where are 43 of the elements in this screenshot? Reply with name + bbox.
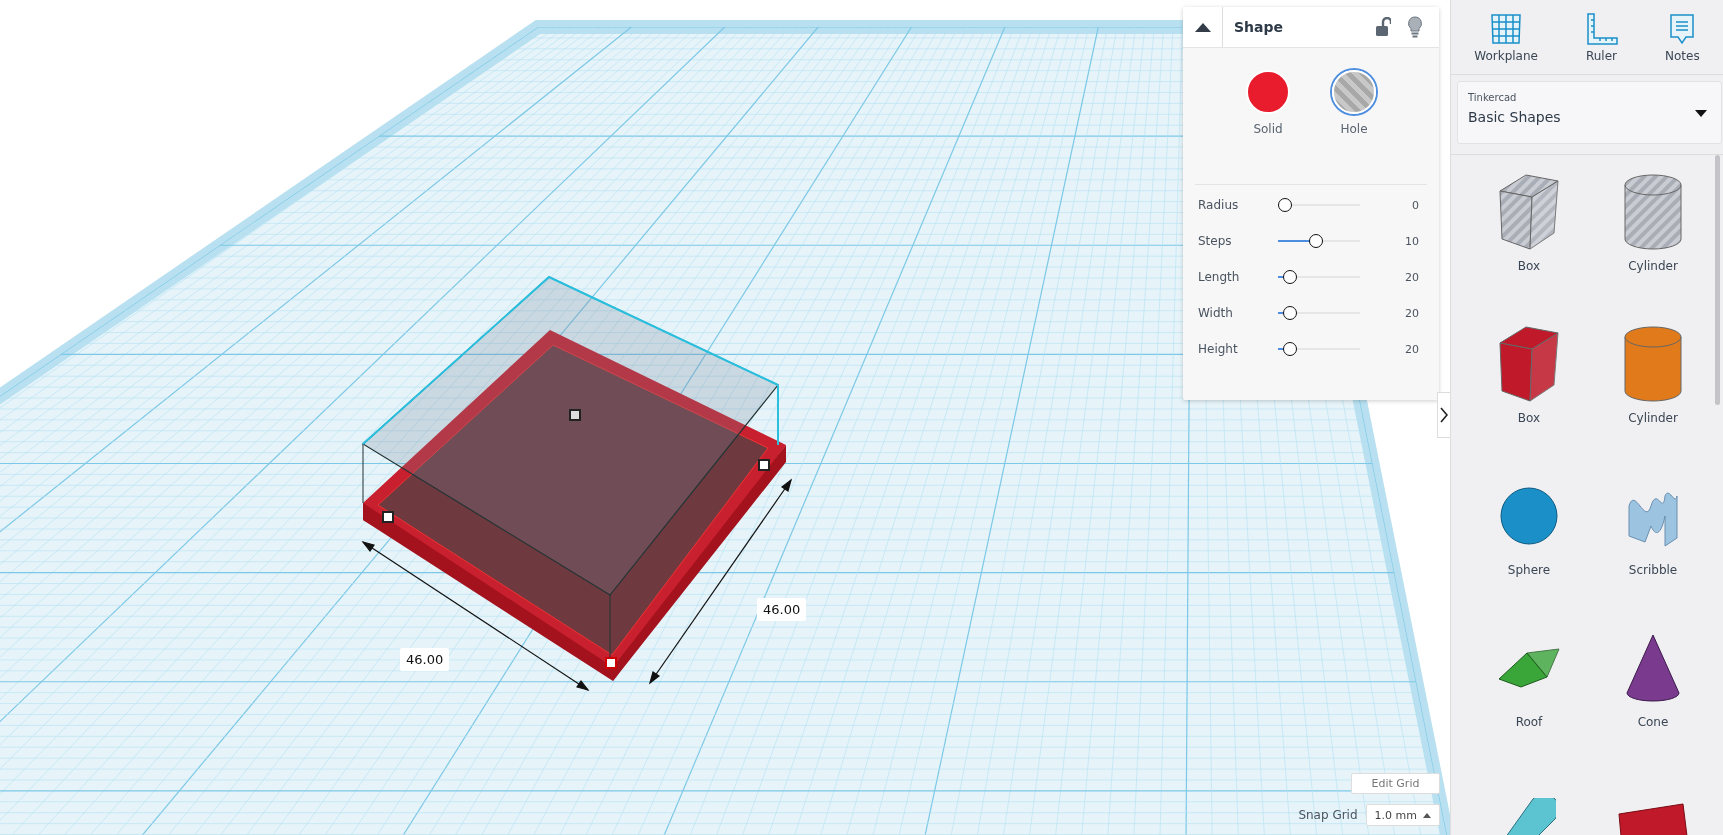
- dimension-label[interactable]: 46.00: [400, 648, 450, 671]
- scrollbar[interactable]: [1715, 155, 1720, 405]
- workplane-tool-button[interactable]: Workplane: [1474, 11, 1538, 63]
- snap-grid-dropdown[interactable]: 1.0 mm: [1365, 804, 1440, 826]
- slider-thumb[interactable]: [1283, 306, 1298, 320]
- shape-item[interactable]: Cylinder: [1591, 171, 1715, 305]
- parameter-label: Length: [1198, 270, 1241, 284]
- notes-tool-button[interactable]: Notes: [1665, 11, 1700, 63]
- parameter-label: Steps: [1198, 234, 1233, 248]
- shape-item[interactable]: Roof: [1467, 627, 1591, 761]
- grid-icon: [1489, 11, 1524, 46]
- ruler-tool-button[interactable]: Ruler: [1584, 11, 1619, 63]
- shape-item[interactable]: Cone: [1591, 627, 1715, 761]
- parameter-label: Height: [1198, 342, 1239, 356]
- parameter-value[interactable]: 20: [1405, 270, 1424, 284]
- parameter-value[interactable]: 0: [1412, 198, 1424, 212]
- caret-up-icon: [1194, 22, 1211, 32]
- shape-item[interactable]: Sphere: [1467, 475, 1591, 609]
- ruler-icon: [1584, 11, 1619, 46]
- edit-grid-button[interactable]: Edit Grid: [1351, 773, 1440, 794]
- parameter-value[interactable]: 20: [1405, 342, 1424, 356]
- parameter-value[interactable]: 20: [1405, 306, 1424, 320]
- shape-item[interactable]: Box: [1467, 323, 1591, 457]
- chevron-right-icon: [1440, 407, 1448, 423]
- shape-library-dropdown[interactable]: Tinkercad Basic Shapes: [1457, 81, 1722, 144]
- unlocked-lock-icon[interactable]: [1375, 17, 1391, 37]
- caret-down-icon: [1695, 110, 1707, 117]
- snap-grid-label: Snap Grid: [1298, 808, 1358, 822]
- shape-item[interactable]: Scribble: [1591, 475, 1715, 609]
- sidebar-toggle[interactable]: [1437, 392, 1450, 438]
- parameter-label: Width: [1198, 306, 1234, 320]
- slider-thumb[interactable]: [1309, 234, 1324, 248]
- slider-thumb[interactable]: [1283, 342, 1298, 356]
- panel-title: Shape: [1233, 19, 1284, 35]
- parameter-label: Radius: [1198, 198, 1240, 212]
- slider-thumb[interactable]: [1278, 198, 1292, 212]
- lightbulb-icon[interactable]: [1407, 16, 1423, 38]
- shape-item[interactable]: Box: [1467, 171, 1591, 305]
- caret-up-icon: [1423, 812, 1431, 818]
- slider-thumb[interactable]: [1283, 270, 1298, 284]
- parameter-value[interactable]: 10: [1405, 234, 1424, 248]
- shape-item[interactable]: Cylinder: [1591, 323, 1715, 457]
- dimension-label[interactable]: 46.00: [757, 598, 807, 621]
